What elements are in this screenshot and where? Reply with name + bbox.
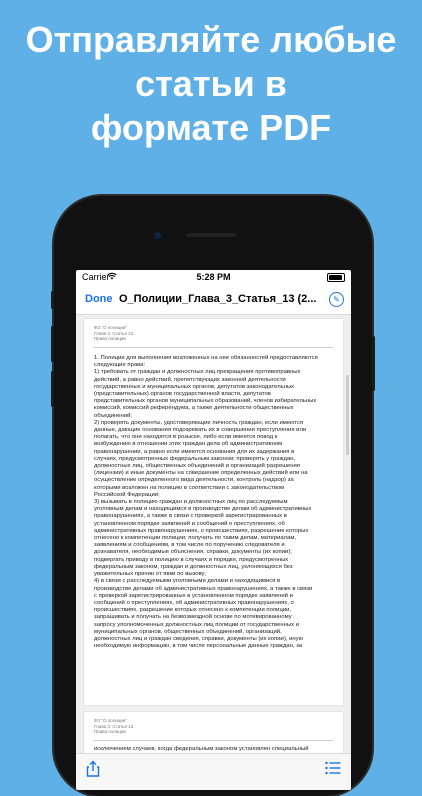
- text-line: должностных лиц и граждан сведения, спра…: [94, 635, 303, 642]
- headline-line-3: формате PDF: [90, 107, 332, 148]
- header-divider: [94, 347, 333, 348]
- table-of-contents-icon[interactable]: [325, 761, 341, 775]
- text-line: заявлениям и сообщениям, в том числе по …: [94, 542, 285, 549]
- phone-frame: Carrier 5:28 PM Done О_Полиции_Глава_3_С…: [51, 196, 375, 796]
- text-line: представительных органов муниципальных о…: [94, 398, 317, 405]
- text-line: случаях, предусмотренных федеральным зак…: [94, 455, 296, 462]
- screen: Carrier 5:28 PM Done О_Полиции_Глава_3_С…: [76, 270, 351, 790]
- text-line: данные, дающие основания подозревать их …: [94, 427, 307, 434]
- front-camera: [154, 232, 161, 239]
- text-line: комиссий, комиссий референдума, а также …: [94, 405, 294, 412]
- text-line: 4) в связи с расследуемыми уголовными де…: [94, 578, 281, 585]
- markup-pen-icon[interactable]: ✎: [329, 292, 344, 307]
- text-line: полагать, что они находятся в розыске, л…: [94, 434, 278, 441]
- text-line: действий, а равно действий, препятствующ…: [94, 376, 286, 383]
- document-title: О_Полиции_Глава_3_Статья_13 (2...: [119, 293, 317, 305]
- text-line: (лицензии) и иные документы на совершени…: [94, 470, 308, 477]
- text-line: которыми возложен на полицию в соответст…: [94, 484, 285, 491]
- text-line: запросу уполномоченных должностных лиц п…: [94, 621, 300, 628]
- text-line: отнесено к компетенции полиции; получать…: [94, 535, 297, 542]
- mute-switch: [51, 291, 54, 309]
- text-line: правонарушениях, а также в связи с прове…: [94, 513, 287, 520]
- text-line: 3) вызывать в полицию граждан и должност…: [94, 499, 288, 506]
- page-body-text: 1. Полиции для выполнения возложенных на…: [94, 355, 333, 650]
- text-line: необходимую информацию, в том числе перс…: [94, 643, 303, 650]
- page-header-line: Права полиции: [94, 336, 126, 341]
- text-line: запрашивать и получать на безвозмездной …: [94, 614, 292, 621]
- page-header: ФЗ "О полиции" Глава 3. Статья 13. Права…: [94, 718, 134, 735]
- headline-line-2: статьи в: [135, 63, 287, 104]
- earpiece-speaker: [186, 233, 236, 237]
- text-line: производстве делами об административных …: [94, 585, 313, 592]
- text-line: (представительных) органов государственн…: [94, 391, 271, 398]
- done-button[interactable]: Done: [85, 293, 113, 305]
- promo-headline: Отправляйте любые статьи в формате PDF: [0, 18, 422, 150]
- status-time: 5:28 PM: [196, 272, 231, 282]
- text-line: осуществление определенного вида деятель…: [94, 477, 294, 484]
- status-bar: Carrier 5:28 PM: [76, 270, 351, 284]
- text-line: уголовным делам и находящимся в производ…: [94, 506, 312, 513]
- text-line: административных правонарушениях, о прои…: [94, 527, 309, 534]
- text-line: возбуждению в отношении этих граждан дел…: [94, 441, 283, 448]
- text-line: муниципальных органов, общественных объе…: [94, 628, 282, 635]
- text-line: установленном порядке заявлений и сообще…: [94, 520, 285, 527]
- bottom-toolbar: [76, 753, 351, 790]
- battery-icon: [327, 273, 345, 282]
- pdf-viewer[interactable]: ФЗ "О полиции" Глава 3. Статья 13. Права…: [76, 315, 351, 772]
- text-line: сообщений о преступлениях, об администра…: [94, 599, 294, 606]
- text-line: подвергать приводу в полицию в случаях и…: [94, 556, 289, 563]
- text-line: уважительных причин от явки по вызову;: [94, 571, 207, 578]
- navigation-bar: Done О_Полиции_Глава_3_Статья_13 (2... ✎: [76, 286, 351, 315]
- text-line: федеральным законом, граждан и должностн…: [94, 563, 293, 570]
- text-line: дознавателя, необходимые объяснения, спр…: [94, 549, 292, 556]
- pdf-page-1: ФЗ "О полиции" Глава 3. Статья 13. Права…: [84, 319, 343, 705]
- text-line: следующие права:: [94, 362, 146, 369]
- scrollbar[interactable]: [346, 375, 349, 455]
- text-line: 2) проверять документы, удостоверяющие л…: [94, 419, 304, 426]
- headline-line-1: Отправляйте любые: [25, 19, 397, 60]
- text-line: объединений;: [94, 412, 133, 419]
- volume-down-button: [51, 371, 54, 407]
- text-line: правонарушении, а равно если имеются осн…: [94, 448, 295, 455]
- volume-up-button: [51, 326, 54, 362]
- header-divider: [94, 740, 333, 741]
- text-line: 1) требовать от граждан и должностных ли…: [94, 369, 301, 376]
- power-button: [372, 336, 375, 391]
- page-header-line: Права полиции: [94, 729, 126, 734]
- page-header: ФЗ "О полиции" Глава 3. Статья 13. Права…: [94, 325, 134, 342]
- share-icon[interactable]: [84, 760, 102, 778]
- text-line: Российской Федерации;: [94, 491, 160, 498]
- text-line: государственных и муниципальных органов,…: [94, 383, 295, 390]
- text-line: происшествиях, разрешение которых отнесе…: [94, 607, 292, 614]
- text-line: должностных лиц, общественных объединени…: [94, 463, 300, 470]
- text-line: с проверкой зарегистрированных в установ…: [94, 592, 293, 599]
- text-line: 1. Полиции для выполнения возложенных на…: [94, 355, 318, 361]
